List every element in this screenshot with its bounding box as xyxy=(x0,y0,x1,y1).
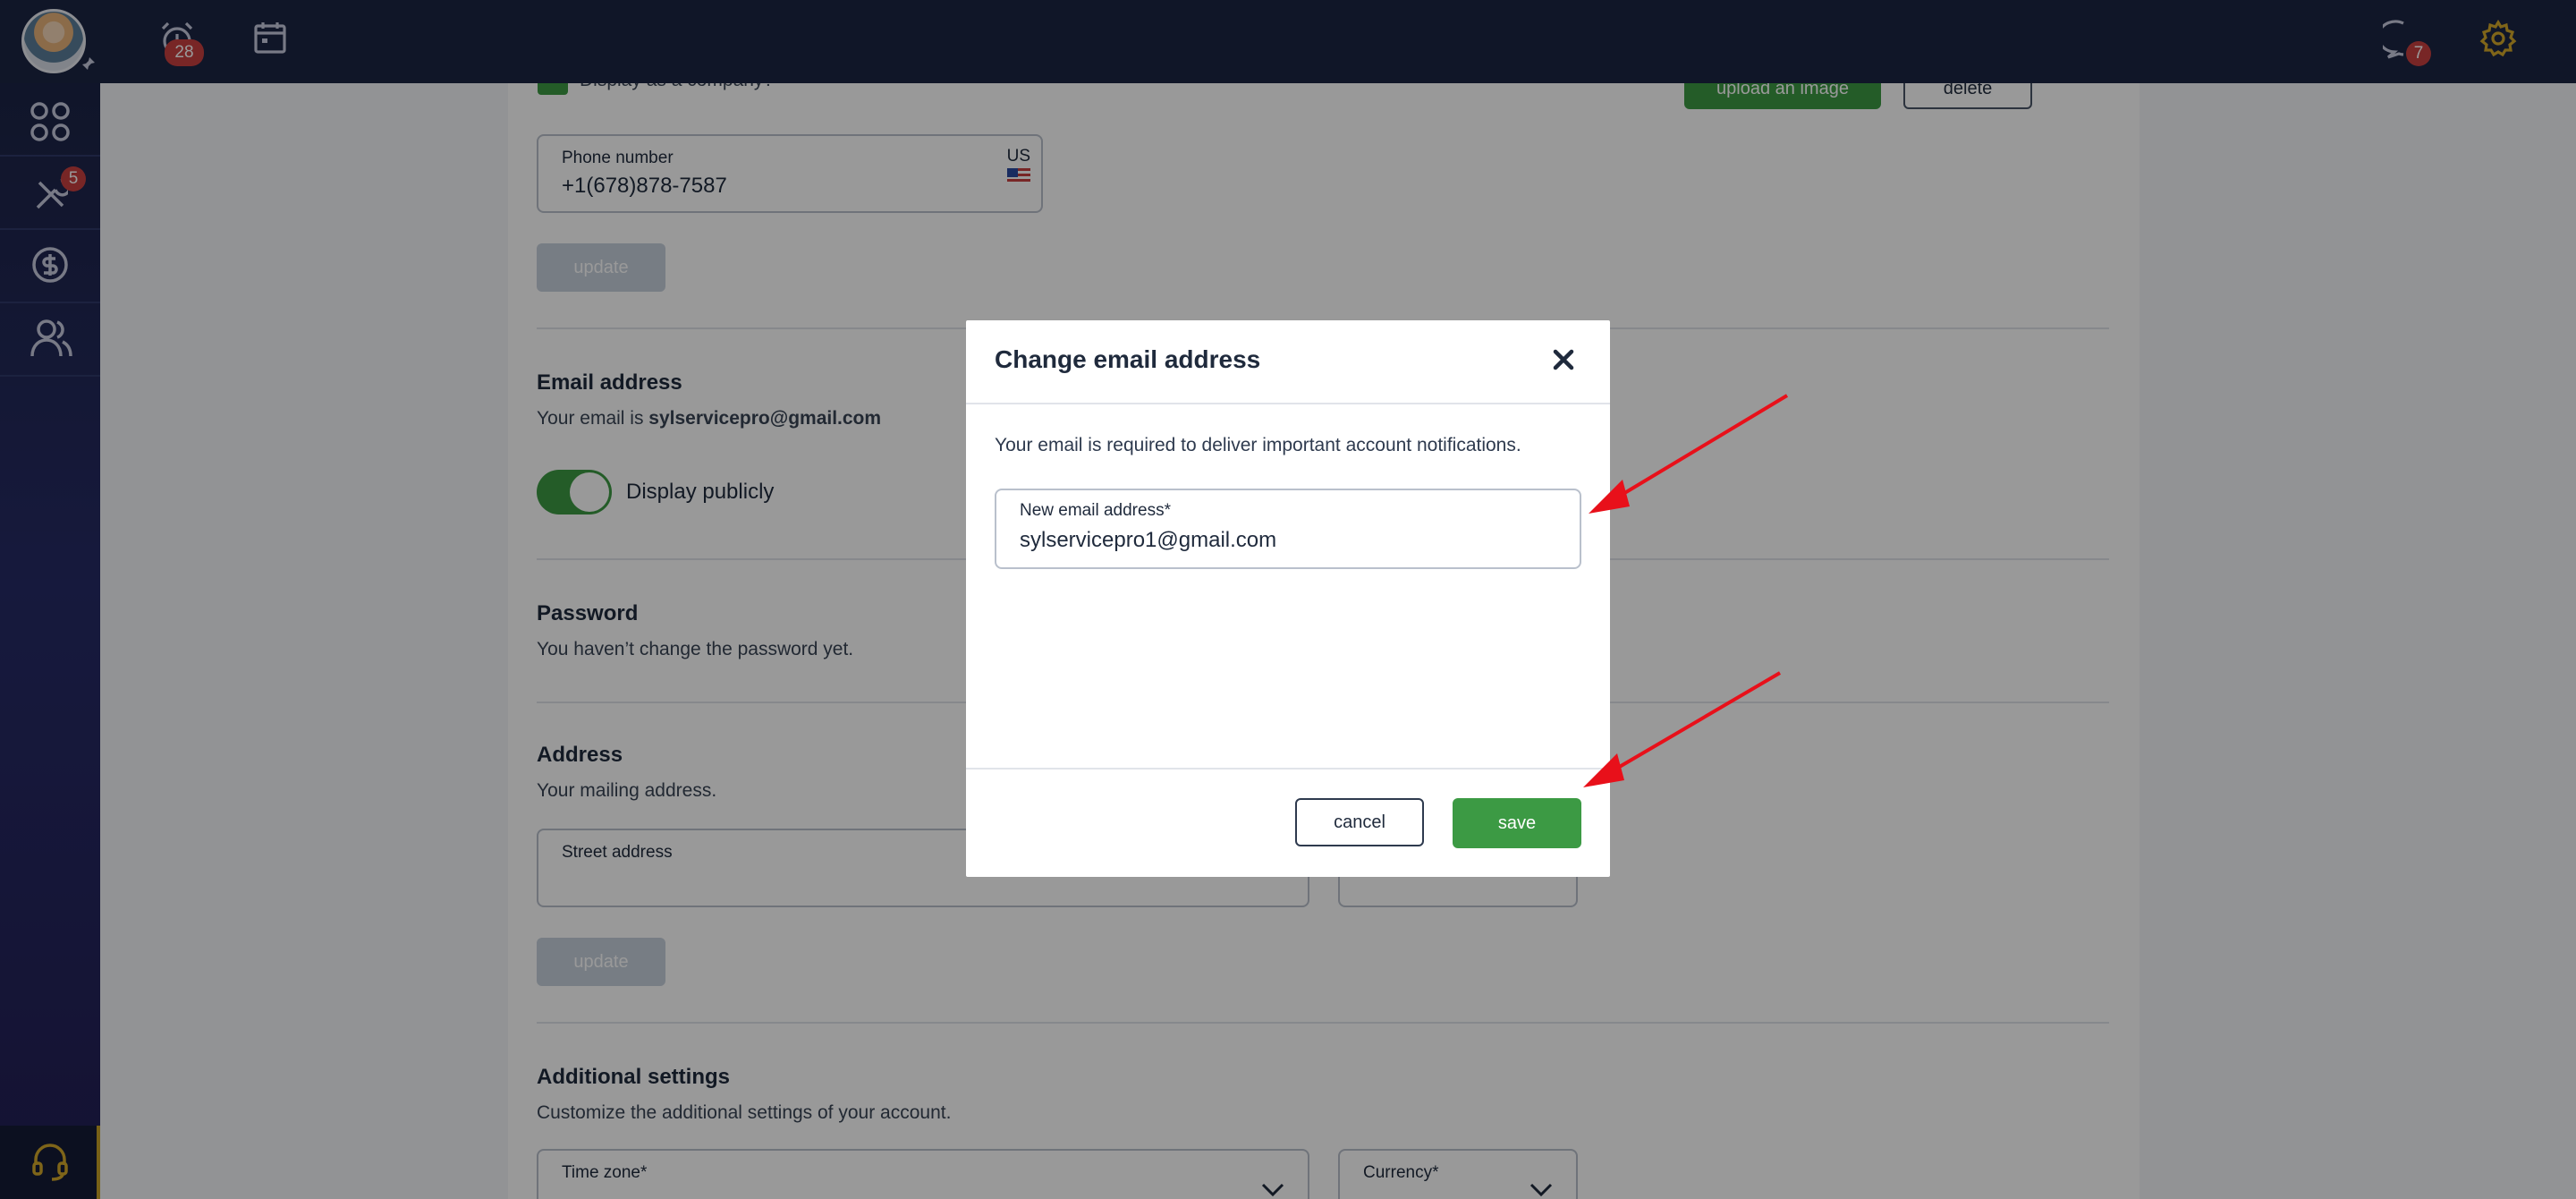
arrow-to-save-button xyxy=(1583,671,1782,787)
annotation-arrows xyxy=(1583,394,1789,787)
arrow-to-email-input xyxy=(1589,394,1789,514)
